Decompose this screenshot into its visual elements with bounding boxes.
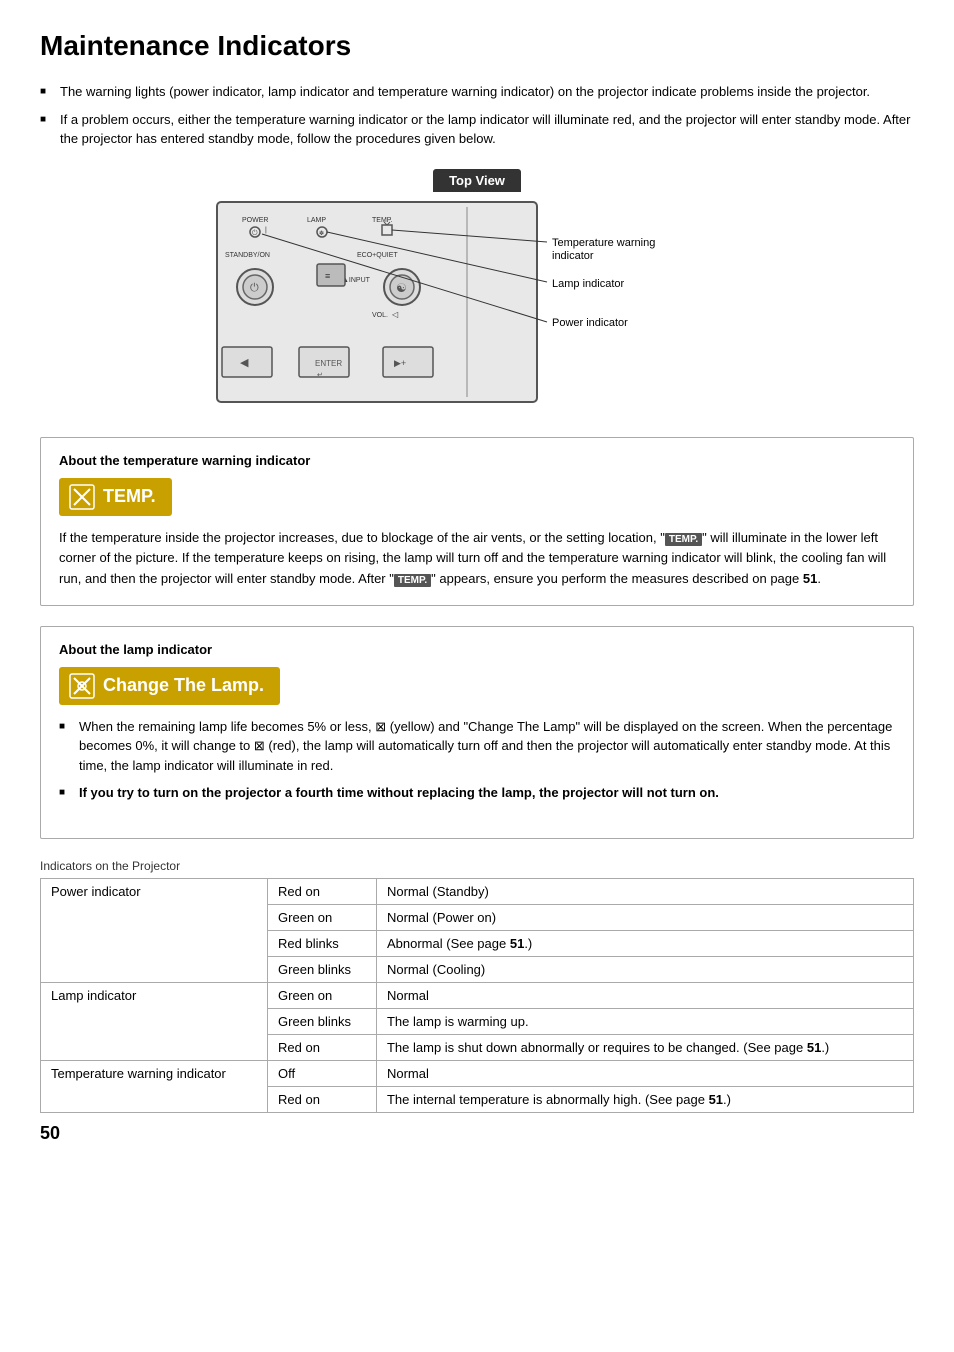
temp-indicator-label: Temperature warning indicator — [41, 1060, 268, 1112]
status-green-blinks: Green blinks — [268, 956, 377, 982]
table-row: Power indicator Red on Normal (Standby) — [41, 878, 914, 904]
lamp-bullet-1: When the remaining lamp life becomes 5% … — [59, 717, 895, 776]
svg-text:ECO+QUIET: ECO+QUIET — [357, 252, 398, 259]
page-title: Maintenance Indicators — [40, 30, 914, 62]
lamp-bullets: When the remaining lamp life becomes 5% … — [59, 717, 895, 803]
lamp-indicator-label: Lamp indicator — [41, 982, 268, 1060]
lamp-indicator-box: About the lamp indicator Change The Lamp… — [40, 626, 914, 839]
indicators-table: Power indicator Red on Normal (Standby) … — [40, 878, 914, 1113]
page-number: 50 — [40, 1123, 914, 1144]
status-green-on: Green on — [268, 904, 377, 930]
svg-text:|: | — [265, 227, 267, 234]
bullet-1: The warning lights (power indicator, lam… — [40, 82, 914, 102]
svg-text:Lamp indicator: Lamp indicator — [552, 278, 624, 290]
page-ref-51-temp: 51 — [803, 571, 817, 586]
temp-status-off: Off — [268, 1060, 377, 1086]
temp-inline-1: TEMP. — [665, 533, 702, 546]
status-red-on: Red on — [268, 878, 377, 904]
svg-text:Temperature warning: Temperature warning — [552, 237, 655, 249]
status-red-blinks: Red blinks — [268, 930, 377, 956]
top-view-label: Top View — [433, 169, 521, 192]
lamp-box-title: About the lamp indicator — [59, 642, 895, 657]
lamp-desc-shutdown: The lamp is shut down abnormally or requ… — [376, 1034, 913, 1060]
temp-inline-2: TEMP. — [394, 574, 431, 587]
svg-text:☯: ☯ — [396, 281, 407, 295]
ref-51-lamp: 51 — [807, 1040, 821, 1055]
temp-warning-box: About the temperature warning indicator … — [40, 437, 914, 606]
temp-box-title: About the temperature warning indicator — [59, 453, 895, 468]
svg-text:ENTER: ENTER — [315, 359, 342, 368]
desc-normal-standby: Normal (Standby) — [376, 878, 913, 904]
lamp-bullet-2: If you try to turn on the projector a fo… — [59, 783, 895, 803]
svg-text:⏻: ⏻ — [252, 229, 258, 237]
table-title: Indicators on the Projector — [40, 859, 914, 873]
projector-top-view-svg: POWER ⏻ | LAMP ✽ TEMP. STA — [187, 192, 767, 412]
lamp-icon-svg — [69, 673, 95, 699]
lamp-display: Change The Lamp. — [59, 667, 280, 705]
svg-text:✽: ✽ — [319, 230, 324, 237]
projector-diagram: POWER ⏻ | LAMP ✽ TEMP. STA — [187, 192, 767, 412]
desc-abnormal: Abnormal (See page 51.) — [376, 930, 913, 956]
svg-text:▲INPUT: ▲INPUT — [342, 277, 371, 284]
svg-text:▶+: ▶+ — [394, 358, 406, 368]
ref-51-abnormal: 51 — [510, 936, 524, 951]
diagram-section: Top View POWER ⏻ | LAMP ✽ TEM — [40, 169, 914, 412]
table-row: Lamp indicator Green on Normal — [41, 982, 914, 1008]
svg-text:◁: ◁ — [392, 310, 399, 319]
power-indicator-label: Power indicator — [41, 878, 268, 982]
svg-text:POWER: POWER — [242, 217, 268, 224]
lamp-status-red-on: Red on — [268, 1034, 377, 1060]
lamp-display-text: Change The Lamp. — [103, 675, 264, 696]
temp-desc-high: The internal temperature is abnormally h… — [376, 1086, 913, 1112]
intro-bullets: The warning lights (power indicator, lam… — [40, 82, 914, 149]
svg-text:≡: ≡ — [325, 271, 330, 281]
svg-text:indicator: indicator — [552, 250, 594, 262]
svg-text:◀: ◀ — [240, 357, 249, 369]
lamp-status-green-on: Green on — [268, 982, 377, 1008]
svg-text:Power indicator: Power indicator — [552, 317, 628, 329]
svg-text:↵: ↵ — [317, 372, 323, 379]
temp-status-red-on: Red on — [268, 1086, 377, 1112]
desc-normal-cooling: Normal (Cooling) — [376, 956, 913, 982]
svg-text:LAMP: LAMP — [307, 217, 326, 224]
temp-display-text: TEMP. — [103, 486, 156, 507]
table-section: Indicators on the Projector Power indica… — [40, 859, 914, 1113]
lamp-desc-normal: Normal — [376, 982, 913, 1008]
diagram-wrapper: Top View POWER ⏻ | LAMP ✽ TEM — [187, 169, 767, 412]
lamp-status-green-blinks: Green blinks — [268, 1008, 377, 1034]
svg-text:VOL.: VOL. — [372, 312, 388, 319]
svg-text:STANDBY/ON: STANDBY/ON — [225, 252, 270, 259]
lamp-desc-warming: The lamp is warming up. — [376, 1008, 913, 1034]
bullet-2: If a problem occurs, either the temperat… — [40, 110, 914, 149]
table-row: Temperature warning indicator Off Normal — [41, 1060, 914, 1086]
temp-display: TEMP. — [59, 478, 172, 516]
temp-icon-svg — [69, 484, 95, 510]
svg-text:⏻: ⏻ — [250, 282, 259, 294]
temp-body: If the temperature inside the projector … — [59, 528, 895, 590]
ref-51-temp: 51 — [709, 1092, 723, 1107]
desc-normal-poweron: Normal (Power on) — [376, 904, 913, 930]
temp-desc-normal: Normal — [376, 1060, 913, 1086]
